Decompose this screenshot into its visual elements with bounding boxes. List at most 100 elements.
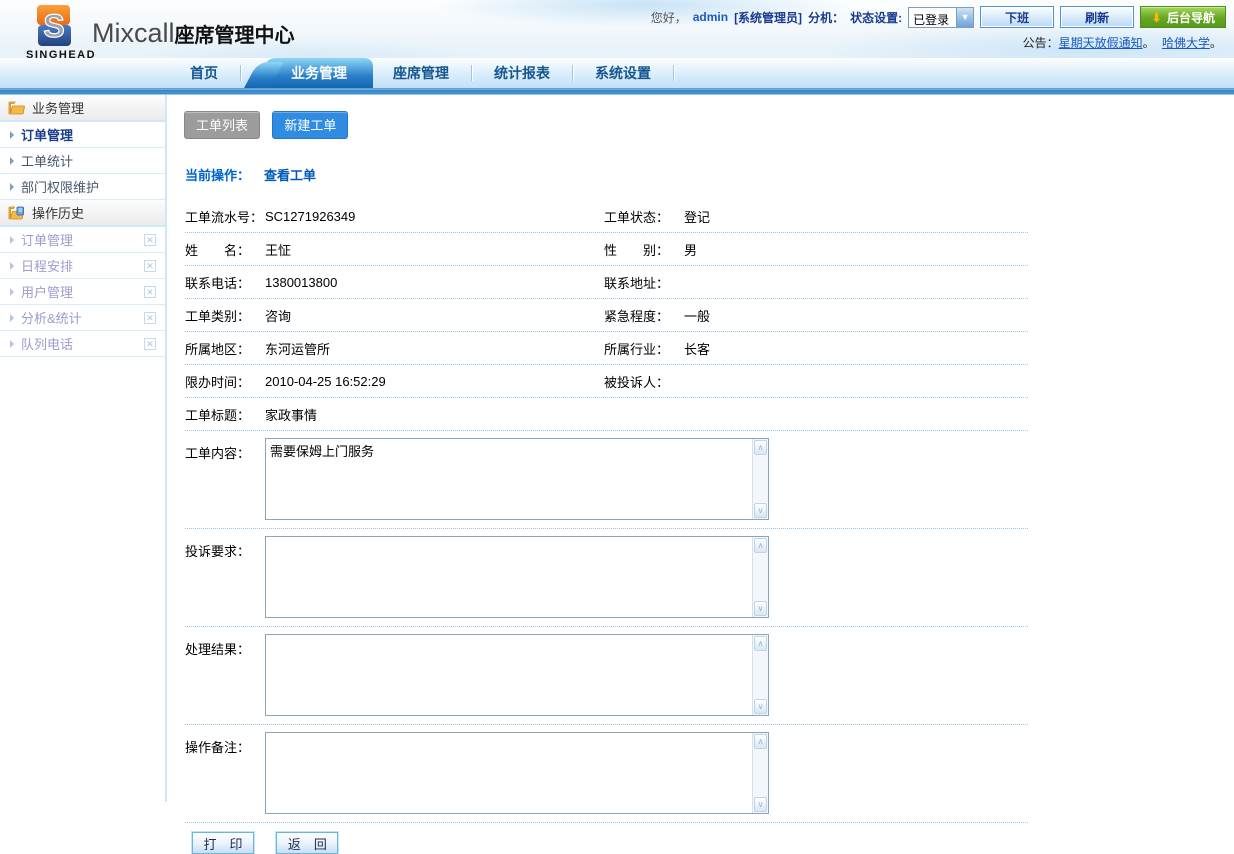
brand-logo: S SINGHEAD xyxy=(26,4,82,61)
field-label: 所属行业： xyxy=(604,339,684,358)
tab-system-settings[interactable]: 系统设置 xyxy=(575,58,671,88)
history-item-schedule[interactable]: 日程安排 ✕ xyxy=(0,253,165,279)
backstage-nav-button[interactable]: ⬇ 后台导航 xyxy=(1140,6,1226,28)
workorder-list-button[interactable]: 工单列表 xyxy=(184,111,260,139)
field-label: 处理结果： xyxy=(185,634,265,658)
username[interactable]: admin xyxy=(693,10,728,24)
history-item-analysis-stats[interactable]: 分析&统计 ✕ xyxy=(0,305,165,331)
process-result-textarea[interactable] xyxy=(266,635,751,715)
scrollbar[interactable]: ∧ ∨ xyxy=(752,635,768,715)
toolbar: 工单列表 新建工单 xyxy=(184,111,1234,139)
tab-statistics-reports[interactable]: 统计报表 xyxy=(474,58,570,88)
history-item-order-management[interactable]: 订单管理 ✕ xyxy=(0,227,165,253)
user-zone: 您好， admin [系统管理员] 分机： 状态设置: 已登录 ▼ 下班 刷新 … xyxy=(651,5,1226,51)
form-row-textarea: 处理结果： ∧ ∨ xyxy=(185,627,1028,725)
scrollbar-up-icon[interactable]: ∧ xyxy=(754,538,767,553)
off-duty-button[interactable]: 下班 xyxy=(980,6,1054,28)
customer-name-value: 王怔 xyxy=(265,240,604,259)
sidebar-item-order-management[interactable]: 订单管理 xyxy=(0,122,165,148)
history-item-label: 队列电话 xyxy=(21,334,73,353)
history-item-label: 用户管理 xyxy=(21,282,73,301)
close-icon[interactable]: ✕ xyxy=(144,312,156,324)
singhead-logo-icon: S xyxy=(27,4,81,48)
chevron-down-icon[interactable]: ▼ xyxy=(956,8,973,27)
product-suffix: 座席管理中心 xyxy=(175,25,295,47)
app-header: S SINGHEAD Mixcall座席管理中心 您好， admin [系统管理… xyxy=(0,0,1234,58)
status-select[interactable]: 已登录 ▼ xyxy=(908,7,974,28)
scrollbar-up-icon[interactable]: ∧ xyxy=(754,734,767,749)
refresh-button[interactable]: 刷新 xyxy=(1060,6,1134,28)
arrow-right-icon xyxy=(10,183,14,191)
field-label: 联系电话： xyxy=(185,273,265,292)
sidebar-section-title: 操作历史 xyxy=(32,203,84,222)
sidebar-item-workorder-stats[interactable]: 工单统计 xyxy=(0,148,165,174)
scrollbar-down-icon[interactable]: ∨ xyxy=(754,601,767,616)
announcement-link-2[interactable]: 哈佛大学 xyxy=(1162,36,1210,50)
arrow-right-icon xyxy=(10,288,14,296)
field-label: 投诉要求： xyxy=(185,536,265,560)
deadline-value: 2010-04-25 16:52:29 xyxy=(265,374,604,389)
field-label: 工单标题： xyxy=(185,405,265,424)
arrow-right-icon xyxy=(10,262,14,270)
form-row-textarea: 工单内容： 需要保姆上门服务 ∧ ∨ xyxy=(185,431,1028,529)
scrollbar-down-icon[interactable]: ∨ xyxy=(754,503,767,518)
current-operation-value: 查看工单 xyxy=(264,168,316,183)
workorder-type-value: 咨询 xyxy=(265,306,604,325)
history-item-label: 订单管理 xyxy=(21,230,73,249)
scrollbar-down-icon[interactable]: ∨ xyxy=(754,699,767,714)
download-arrow-icon: ⬇ xyxy=(1151,11,1162,24)
process-result-field: ∧ ∨ xyxy=(265,634,769,716)
back-button[interactable]: 返 回 xyxy=(276,832,338,854)
main-nav: 首页 业务管理 座席管理 统计报表 系统设置 xyxy=(0,58,1234,88)
tab-seat-management[interactable]: 座席管理 xyxy=(373,58,469,88)
print-button[interactable]: 打 印 xyxy=(192,832,254,854)
scrollbar-down-icon[interactable]: ∨ xyxy=(754,797,767,812)
field-label: 紧急程度： xyxy=(604,306,684,325)
svg-text:S: S xyxy=(43,8,64,44)
close-icon[interactable]: ✕ xyxy=(144,260,156,272)
nav-divider xyxy=(240,65,241,81)
history-item-user-management[interactable]: 用户管理 ✕ xyxy=(0,279,165,305)
status-select-value: 已登录 xyxy=(909,8,956,27)
status-label: 状态设置: xyxy=(850,9,902,26)
scrollbar[interactable]: ∧ ∨ xyxy=(752,439,768,519)
complaint-request-field: ∧ ∨ xyxy=(265,536,769,618)
sidebar-item-label: 订单管理 xyxy=(21,125,73,144)
arrow-right-icon xyxy=(10,236,14,244)
scrollbar-up-icon[interactable]: ∧ xyxy=(754,636,767,651)
urgency-value: 一般 xyxy=(684,306,1028,325)
nav-divider xyxy=(471,65,472,81)
scrollbar[interactable]: ∧ ∨ xyxy=(752,537,768,617)
industry-value: 长客 xyxy=(684,339,1028,358)
announcement-bar: 公告：星期天放假通知。 哈佛大学。 xyxy=(651,34,1226,51)
operation-notes-textarea[interactable] xyxy=(266,733,751,813)
complaint-request-textarea[interactable] xyxy=(266,537,751,617)
nav-divider xyxy=(673,65,674,81)
arrow-right-icon xyxy=(10,340,14,348)
workorder-content-textarea[interactable]: 需要保姆上门服务 xyxy=(266,439,751,519)
arrow-right-icon xyxy=(10,131,14,139)
field-label: 工单状态： xyxy=(604,207,684,226)
form-row: 工单流水号： SC1271926349 工单状态： 登记 xyxy=(185,200,1028,233)
close-icon[interactable]: ✕ xyxy=(144,338,156,350)
sidebar-section-history: 操作历史 xyxy=(0,200,165,227)
nav-strip xyxy=(0,88,1234,95)
tab-home[interactable]: 首页 xyxy=(170,58,238,88)
scrollbar-up-icon[interactable]: ∧ xyxy=(754,440,767,455)
scrollbar[interactable]: ∧ ∨ xyxy=(752,733,768,813)
field-label: 工单流水号： xyxy=(185,207,265,226)
main-content: 工单列表 新建工单 当前操作： 查看工单 工单流水号： SC1271926349 … xyxy=(167,95,1234,802)
sidebar-item-dept-permissions[interactable]: 部门权限维护 xyxy=(0,174,165,200)
new-workorder-button[interactable]: 新建工单 xyxy=(272,111,348,139)
current-operation: 当前操作： 查看工单 xyxy=(185,165,1234,184)
close-icon[interactable]: ✕ xyxy=(144,234,156,246)
current-operation-label: 当前操作： xyxy=(185,168,250,183)
history-item-queue-calls[interactable]: 队列电话 ✕ xyxy=(0,331,165,357)
phone-value: 1380013800 xyxy=(265,275,604,290)
close-icon[interactable]: ✕ xyxy=(144,286,156,298)
tab-business-management[interactable]: 业务管理 xyxy=(265,58,373,88)
history-folder-icon xyxy=(8,206,25,220)
announcement-link-1[interactable]: 星期天放假通知 xyxy=(1059,36,1143,50)
arrow-right-icon xyxy=(10,314,14,322)
field-label: 操作备注： xyxy=(185,732,265,756)
